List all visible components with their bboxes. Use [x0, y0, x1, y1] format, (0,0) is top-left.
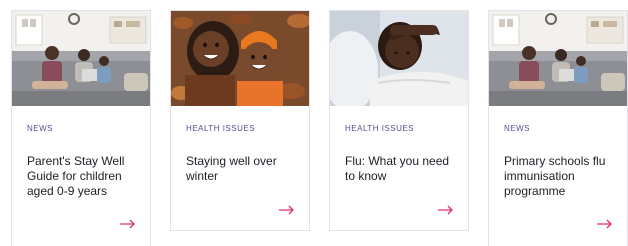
- article-card[interactable]: HEALTH ISSUES Staying well over winter: [170, 10, 310, 231]
- arrow-right-icon[interactable]: [597, 219, 613, 229]
- card-image-family-on-sofa[interactable]: [489, 11, 627, 106]
- arrow-right-icon[interactable]: [438, 205, 454, 215]
- arrow-right-icon[interactable]: [279, 205, 295, 215]
- card-category: NEWS: [504, 124, 530, 133]
- card-title[interactable]: Staying well over winter: [186, 154, 301, 184]
- article-card[interactable]: NEWS Parent's Stay Well Guide for childr…: [11, 10, 151, 246]
- card-title[interactable]: Primary schools flu immunisation program…: [504, 154, 619, 199]
- card-category: NEWS: [27, 124, 53, 133]
- card-title[interactable]: Flu: What you need to know: [345, 154, 460, 184]
- card-category: HEALTH ISSUES: [186, 124, 256, 133]
- card-title[interactable]: Parent's Stay Well Guide for children ag…: [27, 154, 142, 199]
- article-card[interactable]: HEALTH ISSUES Flu: What you need to know: [329, 10, 469, 231]
- card-image-sick-child-in-bed[interactable]: [330, 11, 468, 106]
- article-card-list: NEWS Parent's Stay Well Guide for childr…: [0, 0, 628, 246]
- card-image-family-on-sofa[interactable]: [12, 11, 150, 106]
- arrow-right-icon[interactable]: [120, 219, 136, 229]
- article-card[interactable]: NEWS Primary schools flu immunisation pr…: [488, 10, 628, 246]
- card-category: HEALTH ISSUES: [345, 124, 415, 133]
- card-image-children-in-autumn-leaves[interactable]: [171, 11, 309, 106]
